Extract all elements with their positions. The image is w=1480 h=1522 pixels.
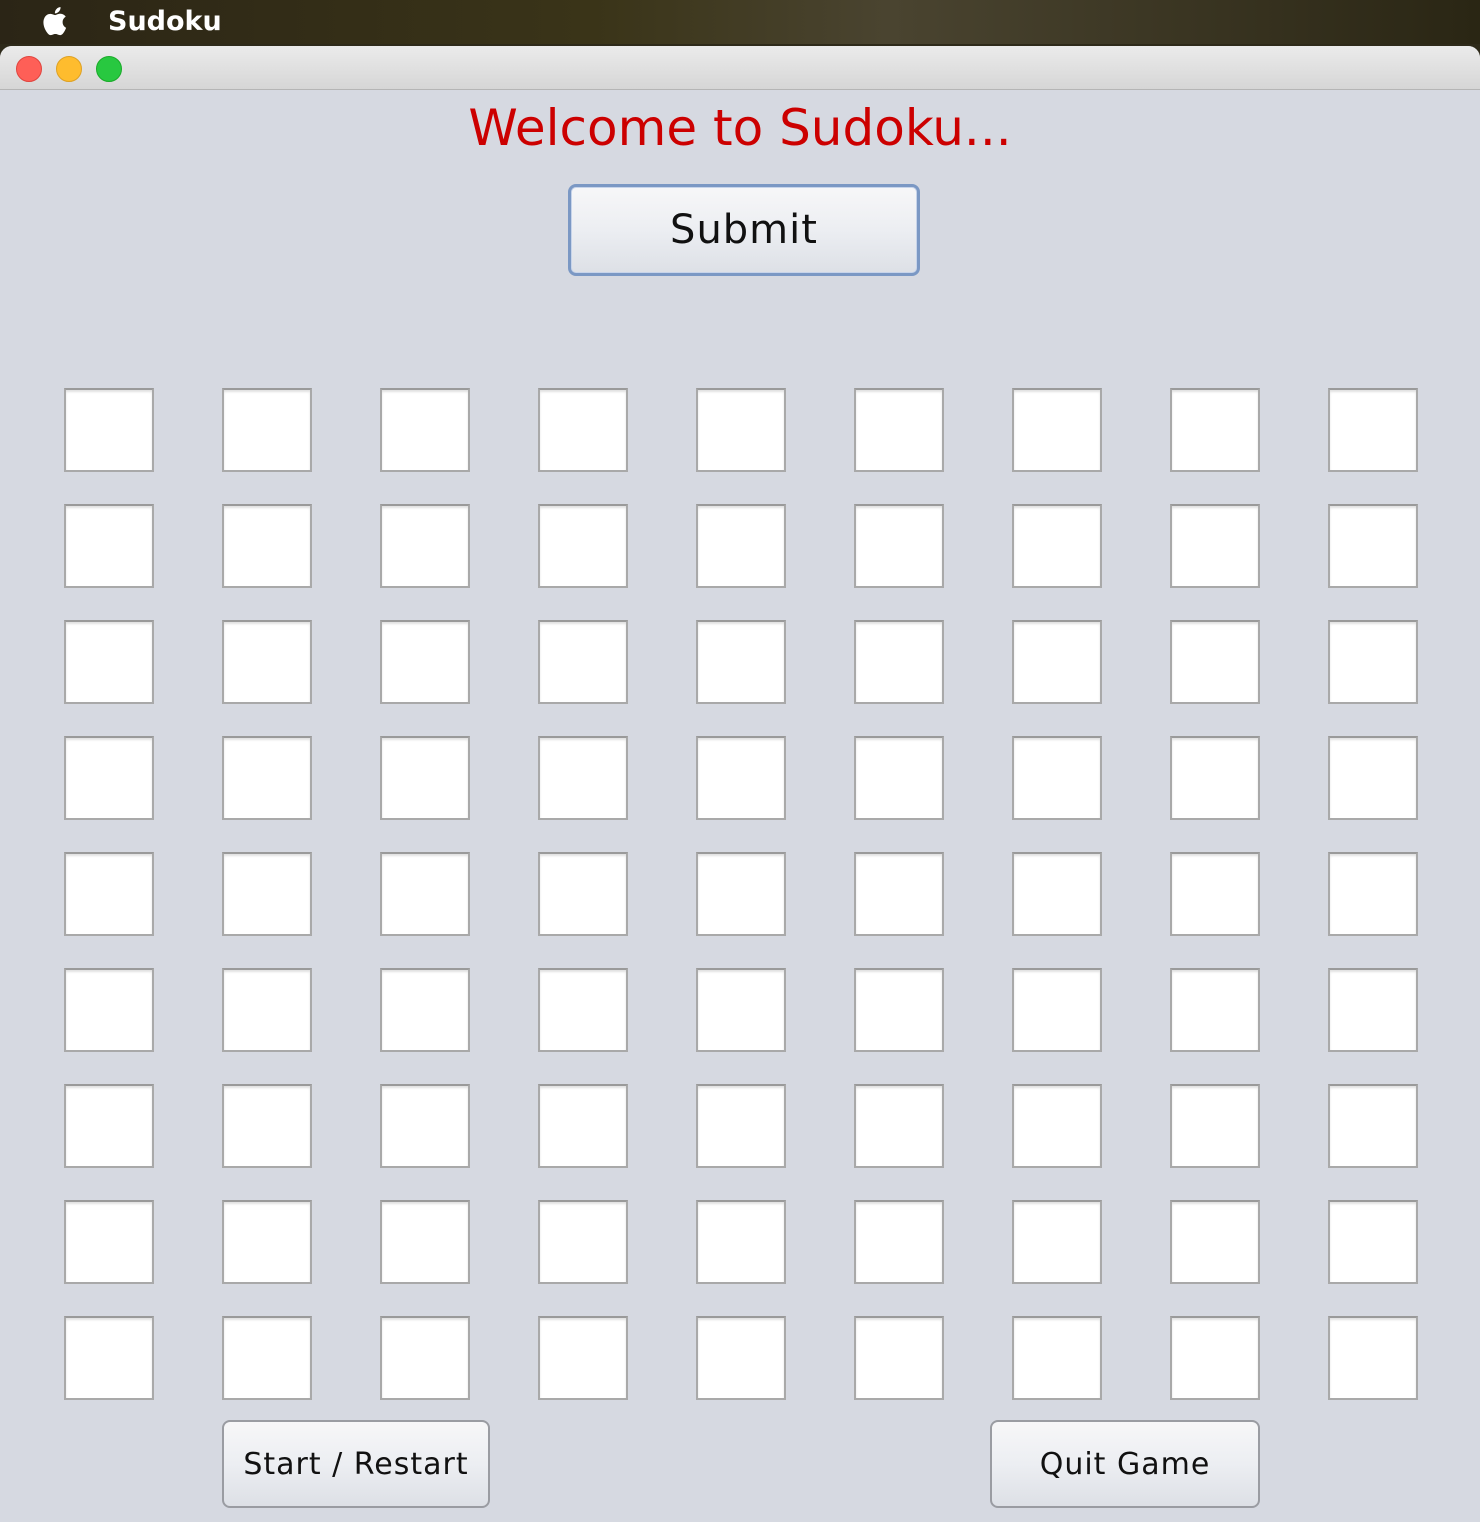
sudoku-cell[interactable] (64, 1084, 154, 1168)
sudoku-cell[interactable] (1170, 1084, 1260, 1168)
sudoku-cell[interactable] (1012, 388, 1102, 472)
sudoku-cell[interactable] (1328, 504, 1418, 588)
sudoku-cell[interactable] (222, 736, 312, 820)
sudoku-cell[interactable] (1012, 620, 1102, 704)
sudoku-cell[interactable] (854, 1200, 944, 1284)
sudoku-cell[interactable] (854, 388, 944, 472)
sudoku-cell[interactable] (1170, 620, 1260, 704)
sudoku-cell[interactable] (696, 620, 786, 704)
sudoku-cell[interactable] (696, 1084, 786, 1168)
menu-bar: Sudoku (0, 0, 1480, 44)
sudoku-cell[interactable] (64, 1316, 154, 1400)
sudoku-cell[interactable] (696, 736, 786, 820)
app-name[interactable]: Sudoku (108, 4, 222, 40)
sudoku-cell[interactable] (1170, 1200, 1260, 1284)
sudoku-cell[interactable] (696, 388, 786, 472)
sudoku-cell[interactable] (854, 852, 944, 936)
submit-button[interactable]: Submit (568, 184, 920, 276)
sudoku-cell[interactable] (64, 736, 154, 820)
sudoku-cell[interactable] (538, 1084, 628, 1168)
sudoku-cell[interactable] (222, 504, 312, 588)
sudoku-cell[interactable] (1328, 852, 1418, 936)
sudoku-cell[interactable] (696, 852, 786, 936)
sudoku-cell[interactable] (222, 1084, 312, 1168)
sudoku-cell[interactable] (1012, 1084, 1102, 1168)
sudoku-cell[interactable] (1012, 852, 1102, 936)
sudoku-window: Welcome to Sudoku... Submit Start / Rest… (0, 46, 1480, 1522)
sudoku-cell[interactable] (380, 852, 470, 936)
sudoku-cell[interactable] (222, 968, 312, 1052)
window-titlebar[interactable] (0, 46, 1480, 90)
sudoku-cell[interactable] (538, 388, 628, 472)
sudoku-cell[interactable] (1170, 504, 1260, 588)
sudoku-cell[interactable] (538, 852, 628, 936)
sudoku-cell[interactable] (222, 1200, 312, 1284)
sudoku-cell[interactable] (1328, 620, 1418, 704)
zoom-icon[interactable] (96, 56, 122, 82)
sudoku-cell[interactable] (1170, 968, 1260, 1052)
sudoku-cell[interactable] (1012, 1200, 1102, 1284)
sudoku-cell[interactable] (538, 1316, 628, 1400)
sudoku-cell[interactable] (380, 1084, 470, 1168)
sudoku-cell[interactable] (538, 620, 628, 704)
sudoku-cell[interactable] (1328, 1200, 1418, 1284)
sudoku-cell[interactable] (1170, 1316, 1260, 1400)
sudoku-cell[interactable] (64, 504, 154, 588)
sudoku-cell[interactable] (222, 620, 312, 704)
minimize-icon[interactable] (56, 56, 82, 82)
sudoku-cell[interactable] (1012, 504, 1102, 588)
start-restart-button[interactable]: Start / Restart (222, 1420, 490, 1508)
sudoku-cell[interactable] (538, 968, 628, 1052)
sudoku-cell[interactable] (854, 736, 944, 820)
sudoku-cell[interactable] (380, 504, 470, 588)
sudoku-cell[interactable] (1170, 852, 1260, 936)
sudoku-cell[interactable] (1328, 388, 1418, 472)
sudoku-cell[interactable] (854, 968, 944, 1052)
sudoku-cell[interactable] (380, 968, 470, 1052)
sudoku-cell[interactable] (1328, 736, 1418, 820)
sudoku-cell[interactable] (222, 1316, 312, 1400)
sudoku-cell[interactable] (64, 388, 154, 472)
sudoku-cell[interactable] (1328, 1084, 1418, 1168)
sudoku-cell[interactable] (1012, 736, 1102, 820)
sudoku-cell[interactable] (538, 504, 628, 588)
sudoku-cell[interactable] (222, 388, 312, 472)
sudoku-cell[interactable] (696, 1200, 786, 1284)
sudoku-cell[interactable] (1012, 968, 1102, 1052)
sudoku-cell[interactable] (380, 736, 470, 820)
sudoku-cell[interactable] (1328, 1316, 1418, 1400)
sudoku-cell[interactable] (854, 504, 944, 588)
sudoku-cell[interactable] (222, 852, 312, 936)
sudoku-cell[interactable] (380, 1200, 470, 1284)
sudoku-cell[interactable] (64, 620, 154, 704)
sudoku-cell[interactable] (380, 388, 470, 472)
welcome-heading: Welcome to Sudoku... (468, 99, 1012, 157)
sudoku-cell[interactable] (64, 968, 154, 1052)
close-icon[interactable] (16, 56, 42, 82)
sudoku-cell[interactable] (1170, 388, 1260, 472)
quit-game-button[interactable]: Quit Game (990, 1420, 1260, 1508)
sudoku-cell[interactable] (696, 504, 786, 588)
sudoku-cell[interactable] (1170, 736, 1260, 820)
sudoku-cell[interactable] (1328, 968, 1418, 1052)
sudoku-cell[interactable] (854, 1084, 944, 1168)
sudoku-grid (64, 388, 1419, 1400)
sudoku-cell[interactable] (696, 968, 786, 1052)
sudoku-cell[interactable] (854, 620, 944, 704)
sudoku-cell[interactable] (1012, 1316, 1102, 1400)
sudoku-cell[interactable] (538, 1200, 628, 1284)
sudoku-cell[interactable] (696, 1316, 786, 1400)
sudoku-cell[interactable] (538, 736, 628, 820)
sudoku-cell[interactable] (854, 1316, 944, 1400)
sudoku-cell[interactable] (64, 852, 154, 936)
apple-icon[interactable] (40, 4, 72, 38)
sudoku-cell[interactable] (380, 620, 470, 704)
sudoku-cell[interactable] (64, 1200, 154, 1284)
sudoku-cell[interactable] (380, 1316, 470, 1400)
